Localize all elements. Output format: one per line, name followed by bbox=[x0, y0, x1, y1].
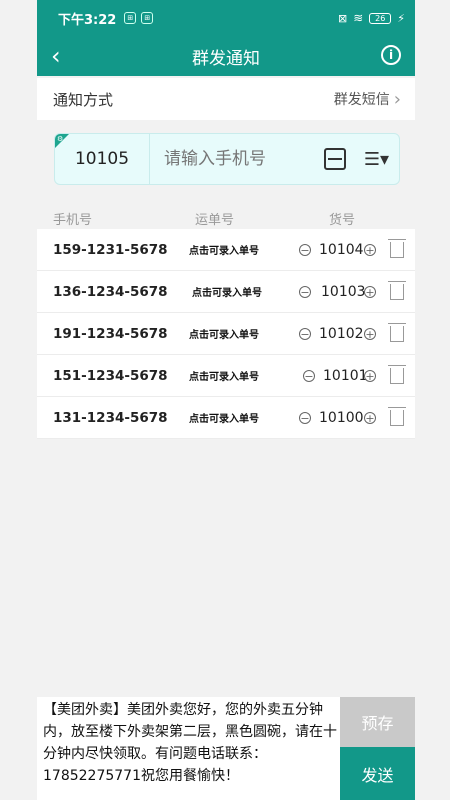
nav-bar: ‹ 群发通知 i bbox=[37, 36, 415, 76]
chevron-right-icon: › bbox=[393, 88, 401, 110]
list-menu-icon[interactable]: ☰▾ bbox=[364, 149, 389, 170]
phone-number: 151-1234-5678 bbox=[53, 367, 168, 384]
tracking-input[interactable]: 点击可录入单号 bbox=[192, 284, 262, 299]
column-tracking: 运单号 bbox=[195, 212, 235, 228]
phone-number: 136-1234-5678 bbox=[53, 283, 168, 300]
save-draft-button[interactable]: 预存 bbox=[340, 697, 415, 747]
trash-icon[interactable] bbox=[388, 322, 406, 342]
back-icon[interactable]: ‹ bbox=[51, 42, 61, 70]
status-time: 下午3:22 bbox=[58, 12, 117, 28]
column-goods: 货号 bbox=[329, 212, 356, 228]
list-item: 131-1234-5678 点击可录入单号 − 10100 + bbox=[37, 397, 415, 439]
minus-icon[interactable]: − bbox=[299, 285, 311, 298]
phone-input-card: ⚙ 10105 ☰▾ bbox=[54, 133, 400, 185]
minus-icon[interactable]: − bbox=[299, 411, 311, 424]
notify-method-value[interactable]: 群发短信 › bbox=[334, 89, 401, 110]
list-item: 191-1234-5678 点击可录入单号 − 10102 + bbox=[37, 313, 415, 355]
battery-icon: 26 bbox=[369, 12, 392, 24]
status-bar: 下午3:22 ⊞ ⊞ ⊠ ≋ 26 ⚡ bbox=[37, 0, 415, 36]
current-goods-number[interactable]: 10105 bbox=[55, 134, 150, 184]
app-notification-icon: ⊞ bbox=[124, 12, 137, 24]
notify-method-row[interactable]: 通知方式 群发短信 › bbox=[37, 78, 415, 120]
recipient-list: 159-1231-5678 点击可录入单号 − 10104 + 136-1234… bbox=[37, 229, 415, 439]
plus-icon[interactable]: + bbox=[364, 285, 376, 298]
scan-icon[interactable] bbox=[323, 148, 346, 170]
message-panel: 【美团外卖】美团外卖您好，您的外卖五分钟内，放至楼下外卖架第二层，黑色圆碗，请在… bbox=[37, 697, 415, 800]
plus-icon[interactable]: + bbox=[364, 411, 376, 424]
tracking-input[interactable]: 点击可录入单号 bbox=[189, 242, 259, 257]
page-title: 群发通知 bbox=[192, 48, 260, 69]
notify-method-label: 通知方式 bbox=[53, 90, 114, 109]
column-phone: 手机号 bbox=[53, 212, 93, 228]
trash-icon[interactable] bbox=[388, 280, 406, 300]
trash-icon[interactable] bbox=[388, 406, 406, 426]
goods-number: 10102 bbox=[319, 325, 364, 342]
tracking-input[interactable]: 点击可录入单号 bbox=[189, 368, 259, 383]
phone-number: 191-1234-5678 bbox=[53, 325, 168, 342]
plus-icon[interactable]: + bbox=[364, 369, 376, 382]
list-item: 159-1231-5678 点击可录入单号 − 10104 + bbox=[37, 229, 415, 271]
wifi-icon: ≋ bbox=[353, 11, 364, 25]
app-frame: 下午3:22 ⊞ ⊞ ⊠ ≋ 26 ⚡ ‹ 群发通知 i 通知方式 群发短信 ›… bbox=[37, 0, 415, 800]
plus-icon[interactable]: + bbox=[364, 327, 376, 340]
minus-icon[interactable]: − bbox=[303, 369, 315, 382]
minus-icon[interactable]: − bbox=[299, 243, 311, 256]
list-item: 136-1234-5678 点击可录入单号 − 10103 + bbox=[37, 271, 415, 313]
goods-number: 10104 bbox=[319, 241, 364, 258]
trash-icon[interactable] bbox=[388, 238, 406, 258]
tracking-input[interactable]: 点击可录入单号 bbox=[189, 326, 259, 341]
list-item: 151-1234-5678 点击可录入单号 − 10101 + bbox=[37, 355, 415, 397]
phone-input[interactable] bbox=[150, 148, 324, 170]
info-icon[interactable]: i bbox=[381, 45, 401, 65]
phone-number: 131-1234-5678 bbox=[53, 409, 168, 426]
trash-icon[interactable] bbox=[388, 364, 406, 384]
charging-icon: ⚡ bbox=[397, 11, 405, 25]
status-icons: ⊠ ≋ 26 ⚡ bbox=[338, 11, 405, 25]
phone-number: 159-1231-5678 bbox=[53, 241, 168, 258]
send-button[interactable]: 发送 bbox=[340, 747, 415, 800]
goods-number: 10101 bbox=[323, 367, 368, 384]
list-header: 手机号 运单号 货号 bbox=[37, 205, 415, 231]
plus-icon[interactable]: + bbox=[364, 243, 376, 256]
notify-method-text: 群发短信 bbox=[333, 92, 390, 108]
gear-icon: ⚙ bbox=[57, 135, 64, 143]
app-notification-icon: ⊞ bbox=[141, 12, 154, 24]
goods-number: 10100 bbox=[319, 409, 364, 426]
minus-icon[interactable]: − bbox=[299, 327, 311, 340]
message-text[interactable]: 【美团外卖】美团外卖您好，您的外卖五分钟内，放至楼下外卖架第二层，黑色圆碗，请在… bbox=[43, 699, 337, 787]
close-box-icon: ⊠ bbox=[337, 11, 348, 25]
tracking-input[interactable]: 点击可录入单号 bbox=[189, 410, 259, 425]
goods-number: 10103 bbox=[321, 283, 366, 300]
